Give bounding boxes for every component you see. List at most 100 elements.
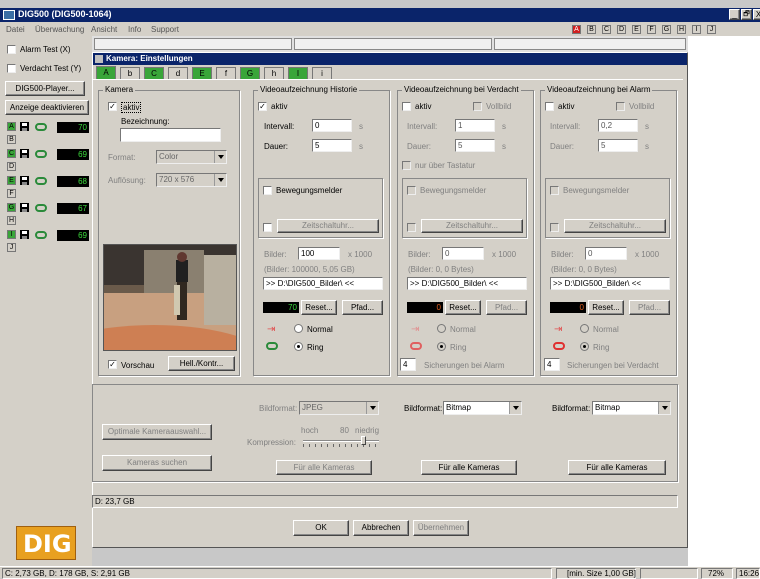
camera-letter-f[interactable]: F bbox=[647, 25, 656, 34]
floppy-disk-icon[interactable] bbox=[20, 203, 29, 212]
camera-letter-h[interactable]: H bbox=[677, 25, 686, 34]
slider-thumb[interactable] bbox=[361, 436, 366, 445]
historie-bilder-input[interactable]: 100 bbox=[298, 247, 340, 260]
alarm-test-checkbox[interactable] bbox=[7, 45, 16, 54]
alarm-vollbild-checkbox[interactable] bbox=[616, 102, 625, 111]
fuer-alle-kameras-button-2[interactable]: Für alle Kameras bbox=[421, 460, 517, 475]
camera-letter-e[interactable]: E bbox=[632, 25, 641, 34]
historie-intervall-input[interactable]: 0 bbox=[312, 119, 352, 132]
floppy-disk-icon[interactable] bbox=[20, 149, 29, 158]
menu-ansicht[interactable]: Ansicht bbox=[91, 25, 117, 34]
minimize-button[interactable]: _ bbox=[729, 9, 740, 20]
verdacht-vollbild-checkbox[interactable] bbox=[473, 102, 482, 111]
alarm-bewegung-checkbox[interactable] bbox=[550, 186, 559, 195]
verdacht-zeitschaltuhr-button[interactable]: Zeitschaltuhr... bbox=[421, 219, 523, 233]
restore-button[interactable]: 🗗 bbox=[741, 9, 752, 20]
verdacht-test-checkbox[interactable] bbox=[7, 64, 16, 73]
ok-button[interactable]: OK bbox=[293, 520, 349, 536]
kameras-suchen-button[interactable]: Kameras suchen bbox=[102, 455, 212, 471]
floppy-disk-icon[interactable] bbox=[20, 176, 29, 185]
verdacht-pfad-button[interactable]: Pfad... bbox=[486, 300, 527, 315]
alarm-dauer-input[interactable]: 5 bbox=[598, 139, 638, 152]
historie-normal-radio[interactable] bbox=[294, 324, 303, 333]
alarm-zeitschaltuhr-button[interactable]: Zeitschaltuhr... bbox=[564, 219, 666, 233]
tab-a-0[interactable]: A bbox=[96, 66, 116, 80]
camera-g-letter[interactable]: G bbox=[7, 203, 16, 212]
verdacht-path-field[interactable]: >> D:\DIG500_Bilder\ << bbox=[407, 277, 527, 290]
camera-letter-j[interactable]: J bbox=[707, 25, 716, 34]
camera-j-letter[interactable]: J bbox=[7, 243, 16, 252]
historie-aktiv-checkbox[interactable]: ✓ bbox=[258, 102, 267, 111]
kamera-aktiv-checkbox[interactable]: ✓ bbox=[108, 102, 117, 111]
bildformat2-select[interactable]: Bitmap bbox=[443, 401, 522, 415]
fuer-alle-kameras-button-3[interactable]: Für alle Kameras bbox=[568, 460, 666, 475]
verdacht-ring-radio[interactable] bbox=[437, 342, 446, 351]
alarm-path-field[interactable]: >> D:\DIG500_Bilder\ << bbox=[550, 277, 670, 290]
camera-b-letter[interactable]: B bbox=[7, 135, 16, 144]
menu-ueberwachung[interactable]: Überwachung bbox=[35, 25, 84, 34]
alarm-intervall-input[interactable]: 0,2 bbox=[598, 119, 638, 132]
camera-letter-i[interactable]: I bbox=[692, 25, 701, 34]
anzeige-button[interactable]: Anzeige deaktivieren bbox=[5, 100, 89, 115]
abbrechen-button[interactable]: Abbrechen bbox=[353, 520, 409, 536]
slider-ticks bbox=[303, 444, 379, 447]
camera-letter-a[interactable]: A bbox=[572, 25, 581, 34]
alarm-zeit-checkbox[interactable] bbox=[550, 223, 559, 232]
format-select[interactable]: Color bbox=[156, 150, 227, 164]
historie-path-field[interactable]: >> D:\DIG500_Bilder\ << bbox=[263, 277, 383, 290]
historie-bewegung-checkbox[interactable] bbox=[263, 186, 272, 195]
floppy-disk-icon[interactable] bbox=[20, 122, 29, 131]
camera-h-letter[interactable]: H bbox=[7, 216, 16, 225]
camera-e-letter[interactable]: E bbox=[7, 176, 16, 185]
player-button[interactable]: DIG500-Player... bbox=[5, 81, 85, 96]
verdacht-sicherungen-input[interactable]: 4 bbox=[400, 358, 416, 371]
verdacht-tastatur-checkbox[interactable] bbox=[402, 161, 411, 170]
camera-i-letter[interactable]: I bbox=[7, 230, 16, 239]
historie-pfad-button[interactable]: Pfad... bbox=[342, 300, 383, 315]
verdacht-normal-radio[interactable] bbox=[437, 324, 446, 333]
camera-f-letter[interactable]: F bbox=[7, 189, 16, 198]
fuer-alle-kameras-button-1[interactable]: Für alle Kameras bbox=[276, 460, 372, 475]
close-button[interactable]: X bbox=[753, 9, 760, 20]
camera-a-letter[interactable]: A bbox=[7, 122, 16, 131]
alarm-normal-radio[interactable] bbox=[580, 324, 589, 333]
verdacht-reset-button[interactable]: Reset... bbox=[445, 300, 481, 315]
alarm-reset-button[interactable]: Reset... bbox=[588, 300, 624, 315]
verdacht-intervall-input[interactable]: 1 bbox=[455, 119, 495, 132]
historie-reset-button[interactable]: Reset... bbox=[301, 300, 337, 315]
alarm-pfad-button[interactable]: Pfad... bbox=[629, 300, 670, 315]
camera-letter-g[interactable]: G bbox=[662, 25, 671, 34]
verdacht-bilder-mult: x 1000 bbox=[492, 250, 517, 259]
menu-info[interactable]: Info bbox=[128, 25, 141, 34]
menu-support[interactable]: Support bbox=[151, 25, 179, 34]
bildformat1-select[interactable]: JPEG bbox=[299, 401, 379, 415]
alarm-aktiv-checkbox[interactable] bbox=[545, 102, 554, 111]
verdacht-dauer-input[interactable]: 5 bbox=[455, 139, 495, 152]
bildformat3-select[interactable]: Bitmap bbox=[592, 401, 671, 415]
historie-ring-radio[interactable] bbox=[294, 342, 303, 351]
verdacht-aktiv-checkbox[interactable] bbox=[402, 102, 411, 111]
historie-dauer-input[interactable]: 5 bbox=[312, 139, 352, 152]
verdacht-bewegung-checkbox[interactable] bbox=[407, 186, 416, 195]
camera-c-letter[interactable]: C bbox=[7, 149, 16, 158]
verdacht-bilder-input[interactable]: 0 bbox=[442, 247, 484, 260]
vorschau-checkbox[interactable]: ✓ bbox=[108, 360, 117, 369]
alarm-ring-radio[interactable] bbox=[580, 342, 589, 351]
camera-letter-d[interactable]: D bbox=[617, 25, 626, 34]
hell-kontr-button[interactable]: Hell./Kontr... bbox=[168, 356, 235, 371]
menu-datei[interactable]: Datei bbox=[6, 25, 25, 34]
kompression-slider[interactable] bbox=[303, 436, 379, 448]
floppy-disk-icon[interactable] bbox=[20, 230, 29, 239]
camera-d-letter[interactable]: D bbox=[7, 162, 16, 171]
optimale-kameraauswahl-button[interactable]: Optimale Kameraauswahl... bbox=[102, 424, 212, 440]
historie-zeit-checkbox[interactable] bbox=[263, 223, 272, 232]
uebernehmen-button[interactable]: Übernehmen bbox=[413, 520, 469, 536]
camera-letter-b[interactable]: B bbox=[587, 25, 596, 34]
historie-zeitschaltuhr-button[interactable]: Zeitschaltuhr... bbox=[277, 219, 379, 233]
verdacht-zeit-checkbox[interactable] bbox=[407, 223, 416, 232]
alarm-bilder-input[interactable]: 0 bbox=[585, 247, 627, 260]
alarm-sicherungen-input[interactable]: 4 bbox=[544, 358, 560, 371]
camera-letter-c[interactable]: C bbox=[602, 25, 611, 34]
aufloesung-select[interactable]: 720 x 576 bbox=[156, 173, 227, 187]
bezeichnung-input[interactable] bbox=[120, 128, 221, 142]
